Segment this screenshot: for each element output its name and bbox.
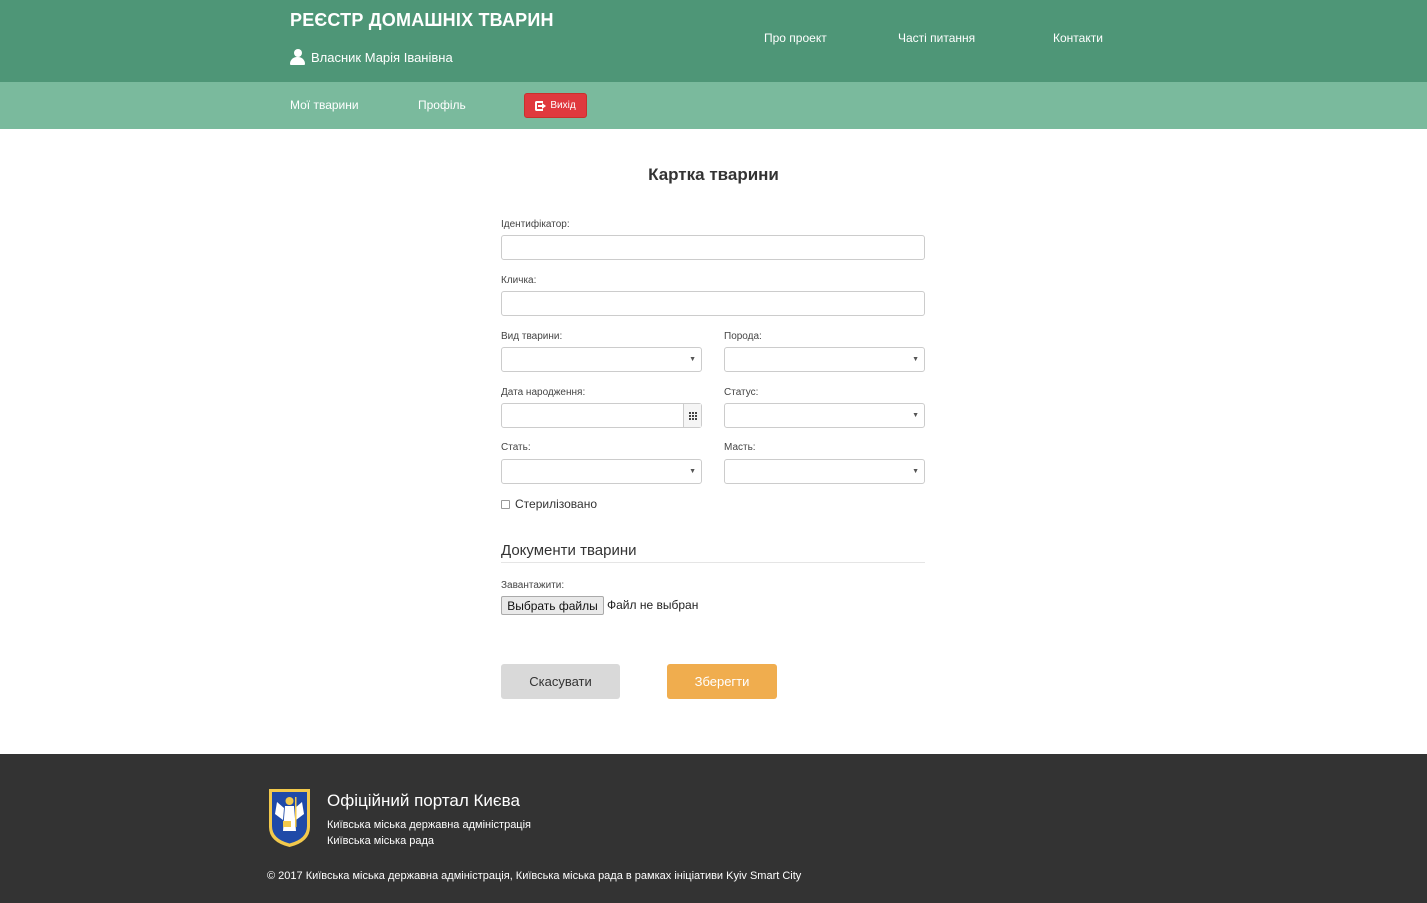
- portal-title[interactable]: Офіційний портал Києва: [327, 791, 520, 811]
- subnav-profile[interactable]: Профіль: [418, 98, 466, 112]
- chevron-down-icon: ▼: [689, 356, 696, 363]
- nickname-input[interactable]: [501, 291, 925, 316]
- owner-info: Власник Марія Іванівна: [290, 49, 453, 65]
- color-label: Масть:: [724, 442, 756, 453]
- owner-name: Власник Марія Іванівна: [311, 49, 453, 65]
- page-title: Картка тварини: [648, 165, 779, 184]
- color-select[interactable]: ▼: [724, 459, 925, 484]
- portal-subtitle-administration: Київська міська державна адміністрація: [327, 819, 532, 831]
- upload-label: Завантажити:: [501, 580, 565, 591]
- nav-contacts[interactable]: Контакти: [1053, 31, 1103, 45]
- identifier-label: Ідентифікатор:: [501, 219, 570, 230]
- kyiv-crest-icon[interactable]: [267, 787, 312, 849]
- chevron-down-icon: ▼: [912, 468, 919, 475]
- nav-faq[interactable]: Часті питання: [898, 31, 975, 45]
- birth-date-input[interactable]: [501, 403, 702, 428]
- divider: [501, 562, 925, 563]
- species-label: Вид тварини:: [501, 331, 563, 342]
- identifier-input[interactable]: [501, 235, 925, 260]
- nickname-label: Кличка:: [501, 275, 537, 286]
- header-bar: РЕЄСТР ДОМАШНІХ ТВАРИН Власник Марія Іва…: [0, 0, 1427, 82]
- sterilized-row: Стерилізовано: [501, 497, 597, 511]
- subnav-bar: [0, 82, 1427, 129]
- chevron-down-icon: ▼: [689, 468, 696, 475]
- sex-select[interactable]: ▼: [501, 459, 702, 484]
- logout-icon: [535, 100, 547, 111]
- file-status: Файл не выбран: [607, 598, 699, 612]
- user-icon: [290, 49, 305, 65]
- logout-button[interactable]: Вихід: [524, 93, 587, 118]
- subnav-my-animals[interactable]: Мої тварини: [290, 98, 359, 112]
- sterilized-checkbox[interactable]: [501, 499, 510, 509]
- birth-date-label: Дата народження:: [501, 387, 586, 398]
- breed-select[interactable]: ▼: [724, 347, 925, 372]
- logout-label: Вихід: [550, 100, 576, 111]
- status-label: Статус:: [724, 387, 759, 398]
- species-select[interactable]: ▼: [501, 347, 702, 372]
- chevron-down-icon: ▼: [912, 356, 919, 363]
- calendar-icon[interactable]: [683, 404, 701, 427]
- portal-subtitle-council: Київська міська рада: [327, 835, 435, 847]
- breed-label: Порода:: [724, 331, 762, 342]
- sterilized-label: Стерилізовано: [515, 497, 598, 511]
- cancel-button[interactable]: Скасувати: [501, 664, 620, 699]
- sex-label: Стать:: [501, 442, 531, 453]
- site-title[interactable]: РЕЄСТР ДОМАШНІХ ТВАРИН: [290, 10, 554, 31]
- copyright: © 2017 Київська міська державна адмініст…: [267, 870, 802, 882]
- nav-about-project[interactable]: Про проект: [764, 31, 827, 45]
- save-button[interactable]: Зберегти: [667, 664, 777, 699]
- choose-files-button[interactable]: Выбрать файлы: [501, 596, 604, 615]
- status-select[interactable]: ▼: [724, 403, 925, 428]
- documents-title: Документи тварини: [501, 542, 637, 559]
- chevron-down-icon: ▼: [912, 412, 919, 419]
